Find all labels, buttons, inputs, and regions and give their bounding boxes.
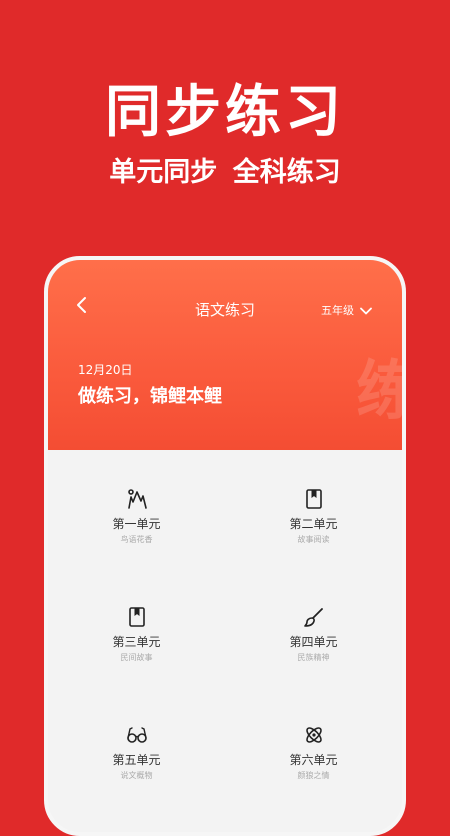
date-label: 12月20日 <box>78 363 133 377</box>
unit-desc: 颜狼之情 <box>297 771 330 780</box>
person-mountain-icon <box>127 489 147 509</box>
unit-desc: 民间故事 <box>120 653 153 662</box>
promo-subtitle: 单元同步 全科练习 <box>109 157 341 188</box>
grade-label: 五年级 <box>321 304 354 317</box>
unit-desc: 说文概物 <box>120 771 153 780</box>
unit-grid: 第一单元 鸟语花香 第二单元 故事阅读 第三单元 民间故事 第四单元 民族精神 … <box>48 450 402 832</box>
unit-card-6[interactable]: 第六单元 颜狼之情 <box>225 686 402 804</box>
promo-title: 同步练习 <box>105 80 345 145</box>
unit-name: 第四单元 <box>289 635 338 649</box>
grade-selector[interactable]: 五年级 <box>321 303 372 319</box>
book-icon <box>305 489 322 509</box>
unit-card-3[interactable]: 第三单元 民间故事 <box>48 568 225 686</box>
chevron-down-icon <box>360 307 372 315</box>
glasses-icon <box>126 727 147 743</box>
slogan-text: 做练习，锦鲤本鲤 <box>78 386 222 407</box>
book-icon <box>128 607 145 627</box>
unit-name: 第二单元 <box>289 517 338 531</box>
atom-icon <box>305 727 322 743</box>
unit-name: 第三单元 <box>112 635 161 649</box>
unit-card-1[interactable]: 第一单元 鸟语花香 <box>48 450 225 568</box>
unit-desc: 民族精神 <box>297 653 330 662</box>
watermark-char: 练 <box>356 352 402 432</box>
unit-card-4[interactable]: 第四单元 民族精神 <box>225 568 402 686</box>
unit-name: 第五单元 <box>112 753 161 767</box>
unit-card-5[interactable]: 第五单元 说文概物 <box>48 686 225 804</box>
phone-frame: 语文练习 五年级 12月20日 做练习，锦鲤本鲤 练 第一单元 鸟语花香 <box>44 256 406 836</box>
brush-icon <box>303 608 323 627</box>
screen-header: 语文练习 五年级 12月20日 做练习，锦鲤本鲤 练 <box>48 260 402 450</box>
unit-name: 第一单元 <box>112 517 161 531</box>
unit-desc: 鸟语花香 <box>120 535 153 544</box>
unit-card-2[interactable]: 第二单元 故事阅读 <box>225 450 402 568</box>
unit-name: 第六单元 <box>289 753 338 767</box>
unit-desc: 故事阅读 <box>297 535 330 544</box>
